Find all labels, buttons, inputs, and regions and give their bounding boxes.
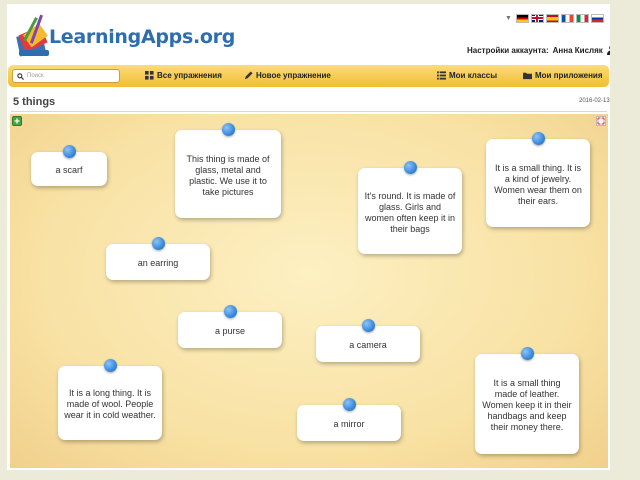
card-text: an earring xyxy=(137,258,179,268)
language-selector[interactable]: ▼ xyxy=(505,12,604,24)
card-text: This thing is made of glass, metal and p… xyxy=(186,153,270,197)
account-settings-label[interactable]: Настройки аккаунта: xyxy=(467,46,549,55)
card-text: It's round. It is made of glass. Girls a… xyxy=(364,190,456,234)
search-placeholder: Поиск xyxy=(27,73,44,79)
grid-icon xyxy=(145,71,154,80)
card-text: a mirror xyxy=(333,419,365,429)
pin-icon[interactable] xyxy=(532,132,545,145)
nav-all-exercises-label: Все упражнения xyxy=(157,71,222,80)
nav-all-exercises[interactable]: Все упражнения xyxy=(145,71,222,80)
nav-new-exercise-label: Новое упражнение xyxy=(256,71,331,80)
card-text: a purse xyxy=(214,326,246,336)
nav-my-apps-label: Мои приложения xyxy=(535,71,603,80)
pin-icon[interactable] xyxy=(224,305,237,318)
flag-ru-icon[interactable] xyxy=(590,13,604,23)
pin-icon[interactable] xyxy=(104,359,117,372)
card-text: It is a long thing. It is made of wool. … xyxy=(64,388,156,420)
nav-my-apps[interactable]: Мои приложения xyxy=(523,71,603,80)
folder-icon xyxy=(523,72,532,80)
divider xyxy=(11,111,607,112)
account-settings[interactable]: Настройки аккаунта: Анна Кисляк xyxy=(467,45,610,55)
pencil-icon xyxy=(244,71,253,80)
nav-my-classes-label: Мои классы xyxy=(449,71,498,80)
pin-icon[interactable] xyxy=(362,319,375,332)
card-a-mirror[interactable]: a mirror xyxy=(297,398,401,441)
pin-icon[interactable] xyxy=(343,398,356,411)
fullscreen-icon[interactable] xyxy=(596,116,606,126)
card-scarf-description[interactable]: It is a long thing. It is made of wool. … xyxy=(58,359,162,440)
flag-fr-icon[interactable] xyxy=(560,13,574,23)
pin-icon[interactable] xyxy=(63,145,76,158)
app-window: LearningApps.org ▼ Настройки аккаунта: А… xyxy=(7,4,610,470)
card-text: a camera xyxy=(349,340,387,350)
chevron-down-icon[interactable]: ▼ xyxy=(505,15,512,22)
main-nav-bar: Поиск Все упражнения Новое упражнение Мо… xyxy=(8,65,609,87)
pin-icon[interactable] xyxy=(404,161,417,174)
pin-icon[interactable] xyxy=(152,237,165,250)
card-camera-description[interactable]: This thing is made of glass, metal and p… xyxy=(175,123,281,218)
page-title: 5 things xyxy=(13,96,56,108)
user-icon[interactable] xyxy=(606,45,610,55)
card-an-earring[interactable]: an earring xyxy=(106,237,210,280)
expand-icon[interactable] xyxy=(12,116,22,126)
card-text: a scarf xyxy=(55,165,83,175)
card-mirror-description[interactable]: It's round. It is made of glass. Girls a… xyxy=(358,161,462,254)
search-input[interactable]: Поиск xyxy=(12,69,120,83)
nav-my-classes[interactable]: Мои классы xyxy=(437,71,497,80)
site-logo[interactable]: LearningApps.org xyxy=(15,12,235,60)
pin-icon[interactable] xyxy=(222,123,235,136)
card-a-purse[interactable]: a purse xyxy=(178,305,282,348)
account-user-name[interactable]: Анна Кисляк xyxy=(553,46,603,55)
nav-new-exercise[interactable]: Новое упражнение xyxy=(244,71,331,80)
flag-gb-icon[interactable] xyxy=(530,13,544,23)
flag-it-icon[interactable] xyxy=(575,13,589,23)
publish-date: 2016-02-13 xyxy=(579,98,610,104)
card-text: It is a small thing made of leather. Wom… xyxy=(482,378,572,432)
card-text: It is a small thing. It is a kind of jew… xyxy=(494,162,582,206)
search-icon xyxy=(17,72,24,80)
logo-text: LearningApps.org xyxy=(49,26,236,48)
list-icon xyxy=(437,71,446,80)
flag-es-icon[interactable] xyxy=(545,13,559,23)
card-a-scarf[interactable]: a scarf xyxy=(31,145,107,186)
card-a-camera[interactable]: a camera xyxy=(316,319,420,362)
pin-icon[interactable] xyxy=(521,347,534,360)
exercise-board: a scarf This thing is made of glass, met… xyxy=(10,114,608,468)
card-purse-description[interactable]: It is a small thing made of leather. Wom… xyxy=(475,347,579,454)
card-earring-description[interactable]: It is a small thing. It is a kind of jew… xyxy=(486,132,590,227)
flag-de-icon[interactable] xyxy=(515,13,529,23)
